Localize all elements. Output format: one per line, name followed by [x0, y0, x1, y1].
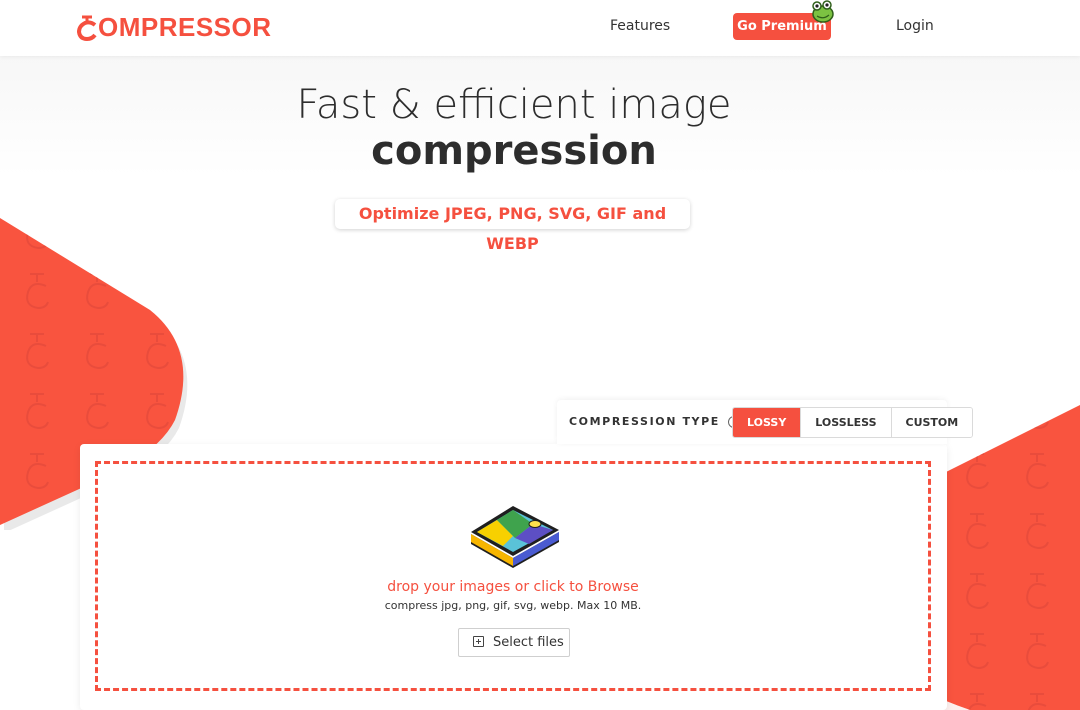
compression-type-options: LOSSY LOSSLESS CUSTOM [732, 407, 974, 438]
plus-square-icon [473, 636, 484, 647]
nav-login-link[interactable]: Login [896, 18, 934, 34]
logo-text: OMPRESSOR [98, 11, 272, 42]
select-files-label: Select files [493, 635, 564, 650]
option-lossy[interactable]: LOSSY [733, 408, 801, 437]
hero-title-line2: compression [371, 128, 657, 174]
nav-features-link[interactable]: Features [610, 18, 670, 34]
option-lossless[interactable]: LOSSLESS [800, 408, 891, 437]
hero-title-line1: Fast & efficient image [296, 82, 732, 128]
frog-mascot-icon [812, 0, 834, 23]
logo-c-icon [76, 11, 98, 43]
upload-limits-text: compress jpg, png, gif, svg, webp. Max 1… [384, 599, 642, 612]
supported-formats-badge: Optimize JPEG, PNG, SVG, GIF and WEBP [335, 199, 690, 253]
option-custom[interactable]: CUSTOM [890, 408, 973, 437]
image-upload-icon [471, 506, 559, 568]
compressor-logo[interactable]: OMPRESSOR [76, 11, 272, 43]
hero-heading: Fast & efficient image compression [0, 80, 1028, 172]
top-navbar: OMPRESSOR Features Go Premium Login [0, 0, 1080, 56]
compression-type-panel: COMPRESSION TYPE ? : LOSSY LOSSLESS CUST… [557, 400, 974, 444]
drop-instructions[interactable]: drop your images or click to Browse [95, 579, 931, 595]
compression-type-label: COMPRESSION TYPE ? : [569, 415, 752, 428]
select-files-button[interactable]: Select files [458, 628, 570, 657]
